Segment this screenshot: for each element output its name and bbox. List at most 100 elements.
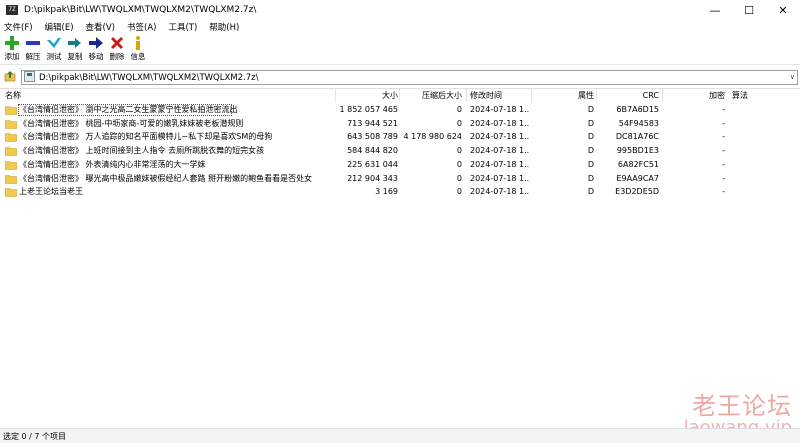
cell-size: 713 944 521 [347,118,398,128]
cell-attributes: D [587,132,594,142]
cell-modified: 2024-07-18 1... [470,187,530,197]
folder-icon [5,187,17,197]
menu-help[interactable]: 帮助(H) [209,21,239,33]
table-row[interactable]: 《台湾情侣泄密》 上班时间接到主人指令 去厕所跳脱衣舞的短完女孩 584 844 … [0,144,800,158]
cell-encrypted: - [722,159,725,169]
delete-button[interactable]: 删除 [107,35,127,64]
double-arrow-icon [67,35,83,51]
table-row[interactable]: 《台湾情侣泄密》 瀏中之光高二女生蒙蒙宁性爱私拍泄密流出 1 852 057 46… [0,103,800,117]
status-bar: 选定 0 / 7 个项目 [0,428,800,443]
cell-packed-size: 0 [456,146,462,156]
extract-label: 解压 [25,52,41,61]
cell-packed-size: 0 [456,105,462,114]
cell-encrypted: - [722,173,725,183]
column-size[interactable]: 大小 [336,89,398,102]
test-button[interactable]: 测试 [44,35,64,64]
title-bar: 7Z D:\pikpak\Bit\LW\TWQLXM\TWQLXM2\TWQLX… [0,0,800,20]
close-button[interactable]: ✕ [766,0,800,20]
table-row[interactable]: 《台湾情侣泄密》 曝光高中极品嫩妹被假经纪人套路 掰开粉嫩的鲍鱼看看是否处女 21… [0,172,800,186]
folder-icon [5,132,17,143]
cell-size: 225 631 044 [347,159,398,169]
cell-encrypted: - [722,118,725,128]
path-input[interactable]: D:\pikpak\Bit\LW\TWQLXM\TWQLXM2\TWQLXM2.… [21,70,798,85]
cell-name: 《台湾情侣泄密》 上班时间接到主人指令 去厕所跳脱衣舞的短完女孩 [19,146,265,156]
folder-icon [5,160,17,170]
copy-button[interactable]: 复制 [65,35,85,64]
cell-packed-size: 0 [456,173,462,183]
cell-attributes: D [587,118,594,128]
cell-attributes: D [587,159,594,169]
cell-packed-size: 0 [456,159,462,169]
cell-modified: 2024-07-18 1... [470,159,530,169]
cell-packed-size: 4 178 980 624 [403,132,462,142]
minimize-icon: — [709,3,721,17]
folder-icon [5,174,17,184]
column-modified[interactable]: 修改时间 [470,89,502,102]
copy-label: 复制 [67,52,83,61]
cell-encrypted: - [722,132,725,142]
checkmark-icon [46,35,62,51]
toolbar: 添加 解压 测试 复制 移动 删除 信息 [0,35,800,65]
minus-icon [25,35,41,51]
column-packed-size[interactable]: 压缩后大小 [400,89,462,102]
table-row[interactable]: 《台湾情侣泄密》 外表清纯内心非常淫荡的大一学妹 225 631 044 0 2024… [0,158,800,172]
cell-packed-size: 0 [456,118,462,128]
move-label: 移动 [88,52,104,61]
cell-name: 《台湾情侣泄密》 桃园-中坜家商-可爱的嫩乳妹妹被老板潜规则 [19,118,244,128]
cell-attributes: D [587,146,594,156]
app-7zip-icon: 7Z [6,5,18,15]
column-crc[interactable]: CRC [597,89,659,102]
info-label: 信息 [130,52,146,61]
close-icon: ✕ [778,3,788,17]
cell-crc: E9AA9CA7 [616,173,659,183]
cell-name: 上老王论坛当老王 [19,187,83,197]
menu-bookmarks[interactable]: 书签(A) [127,21,156,33]
extract-button[interactable]: 解压 [23,35,43,64]
minimize-button[interactable]: — [698,0,732,20]
info-icon [130,35,146,51]
status-text: 选定 0 / 7 个项目 [3,431,67,441]
list-header: 名称 大小 压缩后大小 修改时间 属性 CRC 加密 算法 [0,89,800,102]
archive-icon [24,70,35,85]
menu-edit[interactable]: 编辑(E) [45,21,74,33]
cell-encrypted: - [722,105,725,114]
cell-modified: 2024-07-18 1... [470,105,530,114]
maximize-button[interactable]: ☐ [732,0,766,20]
table-row[interactable]: 《台湾情侣泄密》 桃园-中坜家商-可爱的嫩乳妹妹被老板潜规则 713 944 52… [0,117,800,131]
cell-name: 《台湾情侣泄密》 万人追踪的知名平面模特儿∼私下却是喜欢SM的母狗 [19,132,273,142]
column-attributes[interactable]: 属性 [532,89,594,102]
delete-label: 删除 [109,52,125,61]
column-method[interactable]: 算法 [732,89,748,102]
watermark-text: 老王论坛 [692,392,792,420]
menu-view[interactable]: 查看(V) [86,21,115,33]
table-row[interactable]: 上老王论坛当老王 3 169 0 2024-07-18 1... D E3D2DE5D - [0,185,800,199]
cell-crc: E3D2DE5D [615,187,659,197]
cell-name: 《台湾情侣泄密》 曝光高中极品嫩妹被假经纪人套路 掰开粉嫩的鲍鱼看看是否处女 [19,173,313,183]
info-button[interactable]: 信息 [128,35,148,64]
cell-crc: 995BD1E3 [616,146,659,156]
up-folder-button[interactable] [3,71,17,85]
folder-icon [5,146,17,156]
cell-size: 584 844 820 [347,146,398,156]
menu-file[interactable]: 文件(F) [4,21,33,33]
cell-encrypted: - [722,146,725,156]
cell-modified: 2024-07-18 1... [470,173,530,183]
cell-encrypted: - [722,187,725,197]
move-button[interactable]: 移动 [86,35,106,64]
cell-attributes: D [587,105,594,114]
cell-name: 《台湾情侣泄密》 外表清纯内心非常淫荡的大一学妹 [19,159,206,169]
plus-icon [4,35,20,51]
menu-tools[interactable]: 工具(T) [168,21,197,33]
add-button[interactable]: 添加 [2,35,22,64]
cell-name: 《台湾情侣泄密》 瀏中之光高二女生蒙蒙宁性爱私拍泄密流出 [19,105,238,114]
table-row[interactable]: 《台湾情侣泄密》 万人追踪的知名平面模特儿∼私下却是喜欢SM的母狗 643 508… [0,130,800,144]
column-encrypted[interactable]: 加密 [663,89,725,102]
path-dropdown-icon[interactable]: ∨ [790,71,795,84]
column-name[interactable]: 名称 [5,89,21,102]
cell-crc: 6A82FC51 [617,159,659,169]
cell-modified: 2024-07-18 1... [470,132,530,142]
address-bar: D:\pikpak\Bit\LW\TWQLXM\TWQLXM2\TWQLXM2.… [0,69,800,86]
cell-attributes: D [587,187,594,197]
menu-bar: 文件(F) 编辑(E) 查看(V) 书签(A) 工具(T) 帮助(H) [0,20,800,34]
window-title: D:\pikpak\Bit\LW\TWQLXM\TWQLXM2\TWQLXM2.… [24,5,257,15]
